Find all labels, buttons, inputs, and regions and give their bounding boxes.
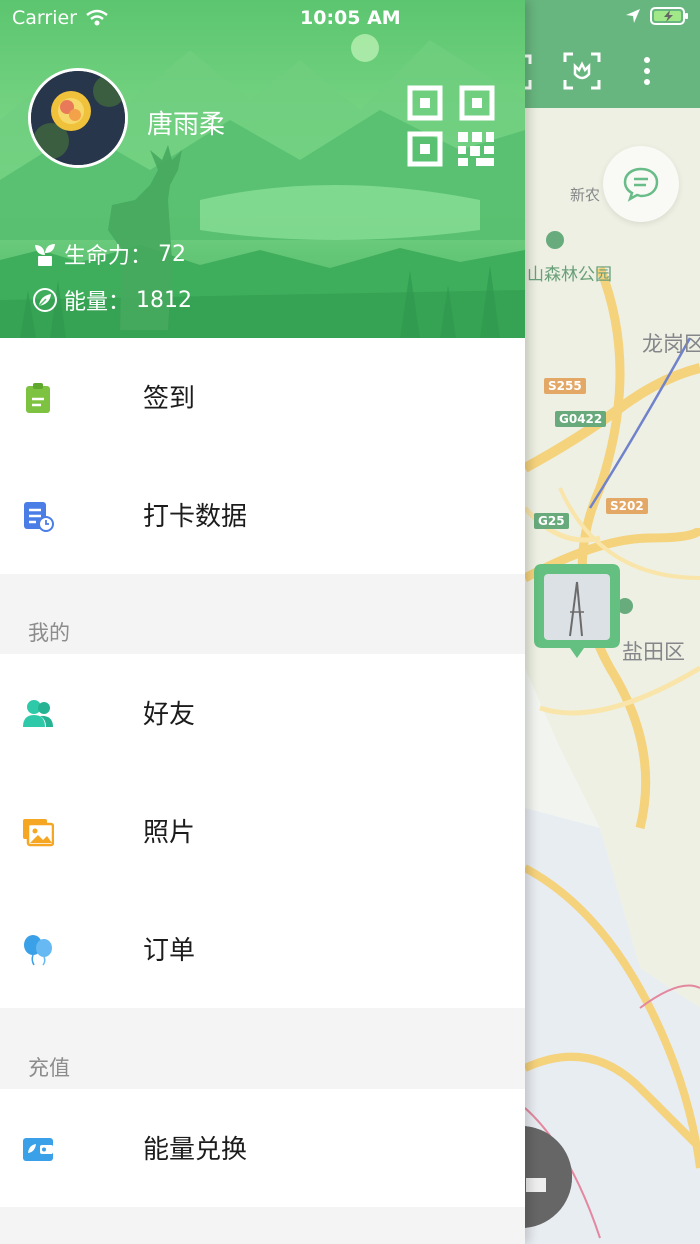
- image-icon: [23, 819, 54, 847]
- menu-item-friends-label: 好友: [143, 700, 196, 730]
- balloon-icon: [24, 935, 52, 966]
- leaf-icon: [32, 287, 58, 313]
- wifi-icon: [86, 9, 108, 26]
- status-time: 10:05 AM: [300, 7, 401, 29]
- sprout-icon: [32, 241, 58, 267]
- menu-item-punch-data[interactable]: 打卡数据: [0, 456, 525, 574]
- menu-item-energy-exchange-label: 能量兑换: [143, 1135, 248, 1165]
- qr-code-icon[interactable]: [406, 84, 498, 168]
- vitality-label: 生命力：: [64, 244, 153, 269]
- menu-item-friends[interactable]: 好友: [0, 654, 525, 772]
- document-clock-icon: [24, 502, 54, 532]
- section-title-recharge: 充值: [28, 1056, 70, 1080]
- clipboard-icon: [26, 383, 50, 413]
- wallet-icon: [23, 1138, 53, 1161]
- menu-item-photos-label: 照片: [143, 818, 196, 848]
- username: 唐雨柔: [147, 110, 226, 140]
- menu-item-checkin-label: 签到: [143, 384, 196, 414]
- section-title-mine: 我的: [28, 621, 70, 645]
- energy-label: 能量：: [64, 290, 131, 315]
- menu-item-checkin[interactable]: 签到: [0, 338, 525, 456]
- menu-item-orders-label: 订单: [143, 936, 196, 966]
- energy-stat: 能量： 1812: [32, 284, 192, 316]
- status-bar-left: Carrier: [12, 7, 109, 29]
- energy-value: 1812: [136, 287, 193, 313]
- vitality-stat: 生命力： 72: [32, 238, 186, 270]
- menu-item-photos[interactable]: 照片: [0, 772, 525, 890]
- menu-item-energy-exchange[interactable]: 能量兑换: [0, 1089, 525, 1207]
- avatar[interactable]: [28, 68, 128, 168]
- menu-item-orders[interactable]: 订单: [0, 890, 525, 1008]
- users-icon: [23, 700, 53, 727]
- vitality-value: 72: [158, 241, 187, 267]
- side-drawer: Carrier 10:05 AM 唐雨柔 生命力： 72 能量： 1812 签到…: [0, 0, 525, 1244]
- menu-item-punch-data-label: 打卡数据: [143, 502, 248, 532]
- profile-header: Carrier 10:05 AM 唐雨柔 生命力： 72 能量： 1812: [0, 0, 525, 338]
- carrier-label: Carrier: [12, 7, 77, 29]
